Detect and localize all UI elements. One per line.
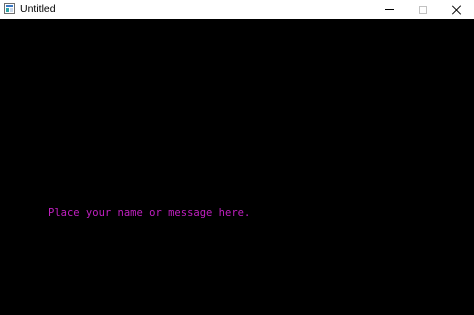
- title-bar[interactable]: Untitled: [0, 0, 474, 19]
- close-button[interactable]: [440, 0, 474, 19]
- minimize-icon: [384, 9, 394, 10]
- message-text: Place your name or message here.: [48, 207, 251, 219]
- app-window: Untitled Place your name or message here…: [0, 0, 474, 315]
- maximize-icon: [419, 5, 427, 14]
- maximize-button[interactable]: [406, 0, 440, 19]
- minimize-button[interactable]: [372, 0, 406, 19]
- app-icon: [4, 3, 15, 14]
- close-icon: [452, 5, 462, 15]
- window-title: Untitled: [20, 3, 56, 15]
- drawing-canvas: Place your name or message here.: [0, 19, 474, 315]
